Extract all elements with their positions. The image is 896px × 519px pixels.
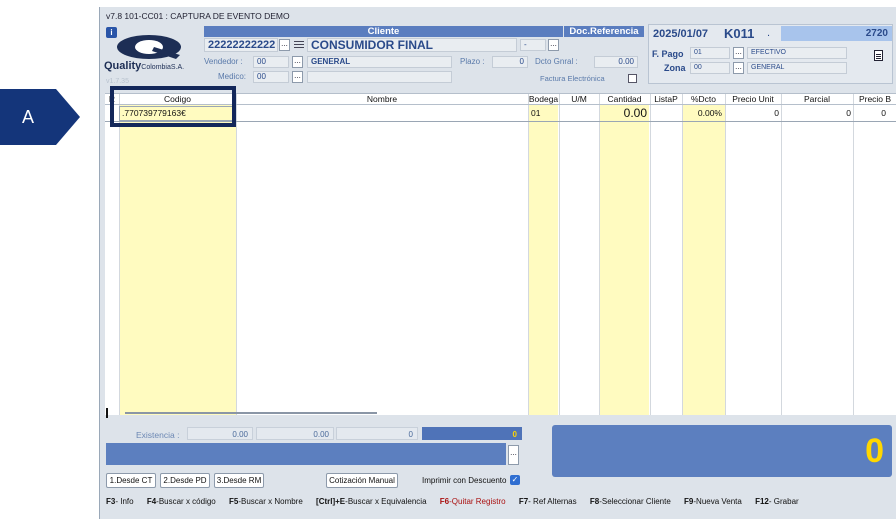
existencia-label: Existencia : [136, 430, 180, 440]
col-header-dcto[interactable]: %Dcto [682, 94, 725, 105]
app-window: v7.8 101-CC01 : CAPTURA DE EVENTO DEMO i… [99, 7, 896, 519]
fpago-code-field[interactable]: 01 [690, 47, 730, 59]
vendedor-label: Vendedor : [204, 57, 243, 66]
col-header-parcial[interactable]: Parcial [781, 94, 853, 105]
desde-ct-button[interactable]: 1.Desde CT [106, 473, 156, 488]
document-date: 2025/01/07 [653, 28, 709, 40]
bodega-cell[interactable]: 01 [531, 106, 540, 121]
zona-search-button[interactable]: ... [733, 62, 744, 74]
medico-search-button[interactable]: ... [292, 71, 303, 83]
fkey-f8[interactable]: F8-Seleccionar Cliente [590, 497, 671, 506]
parcial-cell: 0 [846, 108, 851, 118]
cliente-header: Cliente [204, 26, 563, 37]
desde-pd-button[interactable]: 2.Desde PD [160, 473, 210, 488]
col-header-precio-unit[interactable]: Precio Unit [725, 94, 781, 105]
function-keys-bar: F3- Info F4-Buscar x código F5-Buscar x … [106, 497, 810, 509]
fkey-f9[interactable]: F9-Nueva Venta [684, 497, 742, 506]
cantidad-cell[interactable]: 0.00 [599, 106, 647, 121]
callout-letter: A [21, 107, 34, 127]
fkey-f12[interactable]: F12- Grabar [755, 497, 799, 506]
menu-icon[interactable] [293, 39, 305, 50]
vendedor-search-button[interactable]: ... [292, 56, 303, 68]
info-bar [106, 443, 506, 465]
codigo-column [120, 105, 236, 415]
document-separator: . [767, 27, 771, 39]
document-code: K011 [724, 26, 755, 41]
medico-code-field[interactable]: 00 [253, 71, 289, 83]
col-header-um[interactable]: U/M [559, 94, 599, 105]
info-bar-button[interactable]: ... [508, 445, 519, 465]
dcto-column [682, 105, 725, 415]
existencia-1: 0.00 [187, 427, 253, 440]
version-ghost: v1.7.35 [106, 78, 129, 85]
medico-label: Medico: [218, 72, 247, 81]
client-search-button[interactable]: ... [279, 39, 290, 51]
col-header-cantidad[interactable]: Cantidad [599, 94, 650, 105]
doc-ref-button[interactable]: ... [548, 39, 559, 51]
codigo-highlight-frame [110, 86, 236, 127]
plazo-field[interactable]: 0 [492, 56, 528, 68]
row-cursor [106, 408, 108, 418]
dcto-cell[interactable]: 0.00% [682, 106, 722, 121]
imprimir-descuento-checkbox[interactable]: ✓ [510, 475, 520, 485]
fkey-ctrl-e[interactable]: [Ctrl]+E-Buscar x Equivalencia [316, 497, 427, 506]
vendedor-name-field: GENERAL [307, 56, 452, 68]
window-title: v7.8 101-CC01 : CAPTURA DE EVENTO DEMO [106, 11, 290, 21]
imprimir-descuento-label: Imprimir con Descuento [422, 476, 507, 485]
brand-name: QualityColombiaS.A. [104, 60, 185, 72]
plazo-label: Plazo : [460, 57, 485, 66]
desde-rm-button[interactable]: 3.Desde RM [214, 473, 264, 488]
fpago-label: F. Pago [652, 49, 684, 59]
precio-b-cell: 0 [881, 108, 886, 118]
zona-name-field: GENERAL [747, 62, 847, 74]
col-header-bodega[interactable]: Bodega [528, 94, 559, 105]
fkey-f5[interactable]: F5-Buscar x Nombre [229, 497, 303, 506]
cantidad-column [599, 105, 649, 415]
document-icon[interactable] [874, 50, 883, 61]
doc-ref-header: Doc.Referencia [564, 26, 644, 37]
cotizacion-manual-button[interactable]: Cotización Manual [326, 473, 398, 488]
col-header-precio-b[interactable]: Precio B [853, 94, 896, 105]
factura-label: Factura Electrónica [540, 74, 605, 83]
fpago-search-button[interactable]: ... [733, 47, 744, 59]
existencia-4: 0 [422, 427, 522, 440]
horizontal-scrollbar[interactable] [125, 412, 377, 414]
dcto-label: Dcto Gnral : [535, 57, 578, 66]
factura-checkbox[interactable] [628, 74, 637, 83]
company-logo [117, 35, 181, 59]
col-header-listap[interactable]: ListaP [650, 94, 682, 105]
fkey-f7[interactable]: F7- Ref Alternas [519, 497, 577, 506]
client-id-field[interactable]: 22222222222 [204, 38, 278, 52]
fkey-f3[interactable]: F3- Info [106, 497, 134, 506]
total-value: 0 [865, 432, 884, 470]
zona-label: Zona [664, 63, 686, 73]
existencia-3: 0 [336, 427, 418, 440]
precio-unit-cell[interactable]: 0 [725, 106, 779, 121]
doc-ref-field[interactable]: - [520, 39, 546, 51]
document-number: 2720 [781, 26, 892, 41]
vendedor-code-field[interactable]: 00 [253, 56, 289, 68]
medico-name-field [307, 71, 452, 83]
fpago-name-field: EFECTIVO [747, 47, 847, 59]
existencia-2: 0.00 [256, 427, 334, 440]
fkey-f4[interactable]: F4-Buscar x código [147, 497, 216, 506]
dcto-field[interactable]: 0.00 [594, 56, 638, 68]
total-panel: 0 [552, 425, 892, 477]
client-name-field[interactable]: CONSUMIDOR FINAL [307, 38, 517, 52]
col-header-nombre[interactable]: Nombre [236, 94, 528, 105]
fkey-f6[interactable]: F6-Quitar Registro [440, 497, 506, 506]
callout-arrow-icon [56, 89, 80, 145]
bodega-column [528, 105, 558, 415]
zona-code-field[interactable]: 00 [690, 62, 730, 74]
items-grid[interactable]: R Codigo Nombre Bodega U/M Cantidad List… [105, 93, 896, 418]
